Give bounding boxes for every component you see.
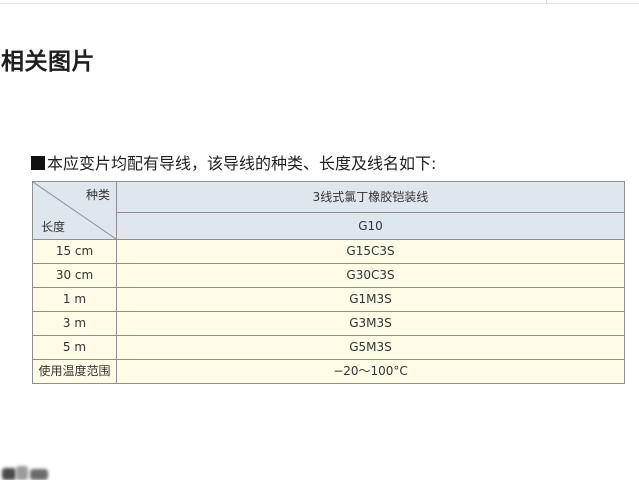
row-wire-name: G30C3S [116,263,625,288]
top-divider [0,0,639,4]
corner-label-type: 种类 [85,188,110,202]
table-row: 5 m G5M3S [32,335,625,360]
temperature-label: 使用温度范围 [32,359,117,384]
square-bullet-icon [31,156,45,170]
intro-text: 本应变片均配有导线，该导线的种类、长度及线名如下: [47,154,437,173]
corner-label-length: 长度 [41,220,66,234]
row-length: 15 cm [32,239,117,264]
top-divider-tick [546,0,547,4]
table-row-temperature: 使用温度范围 −20〜100°C [32,359,625,384]
table-row: 30 cm G30C3S [32,263,625,288]
table-row: 3 m G3M3S [32,311,625,336]
row-length: 30 cm [32,263,117,288]
header-wire-type: 3线式氯丁橡胶铠装线 [116,181,625,213]
section-title: 相关图片 [1,49,95,75]
temperature-value: −20〜100°C [116,359,625,384]
row-wire-name: G1M3S [116,287,625,312]
table-row: 1 m G1M3S [32,287,625,312]
header-wire-code: G10 [116,212,625,240]
blurred-thumbnail [2,464,50,480]
table-header-row: 种类 长度 3线式氯丁橡胶铠装线 [32,181,625,240]
row-wire-name: G3M3S [116,311,625,336]
row-length: 5 m [32,335,117,360]
lead-wire-table: 种类 长度 3线式氯丁橡胶铠装线 G10 15 cm G15C3S 30 cm … [32,181,625,384]
table-header-code-row: G10 [33,212,625,240]
row-length: 1 m [32,287,117,312]
table-row: 15 cm G15C3S [32,239,625,264]
row-length: 3 m [32,311,117,336]
intro-line: 本应变片均配有导线，该导线的种类、长度及线名如下: [31,153,436,175]
row-wire-name: G5M3S [116,335,625,360]
table-corner-cell: 种类 长度 [32,181,117,240]
row-wire-name: G15C3S [116,239,625,264]
